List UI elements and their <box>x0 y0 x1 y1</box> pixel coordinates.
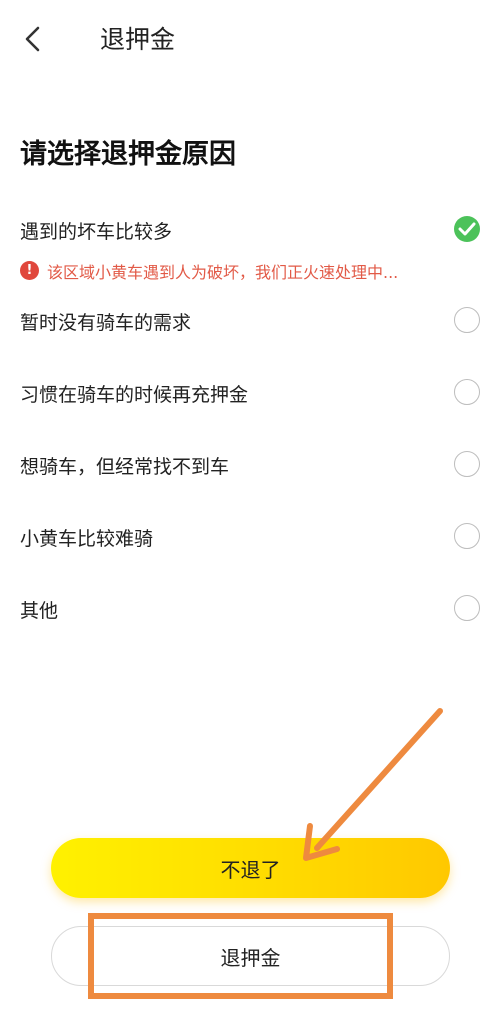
section-title: 请选择退押金原因 <box>20 139 236 170</box>
radio-icon[interactable] <box>454 451 480 477</box>
reason-label: 想骑车，但经常找不到车 <box>20 456 230 478</box>
chevron-left-icon <box>25 26 40 52</box>
reason-label: 小黄车比较难骑 <box>20 528 154 550</box>
checked-radio-icon[interactable] <box>454 216 480 242</box>
reason-label: 习惯在骑车的时候再充押金 <box>20 384 249 406</box>
cancel-refund-button[interactable]: 不退了 <box>51 838 450 898</box>
reason-label: 暂时没有骑车的需求 <box>20 312 192 334</box>
reason-label: 其他 <box>20 600 59 622</box>
exclamation-icon: ! <box>20 261 39 280</box>
back-button[interactable] <box>18 22 52 56</box>
page-title: 退押金 <box>100 25 176 54</box>
reason-option-1[interactable]: 遇到的坏车比较多 <box>0 199 500 259</box>
reason-label: 遇到的坏车比较多 <box>20 221 173 243</box>
warning-message: ! 该区域小黄车遇到人为破坏，我们正火速处理中... <box>20 259 490 283</box>
radio-icon[interactable] <box>454 307 480 333</box>
refund-deposit-button[interactable]: 退押金 <box>51 926 450 986</box>
radio-icon[interactable] <box>454 595 480 621</box>
reason-option-5[interactable]: 小黄车比较难骑 <box>0 506 500 566</box>
reason-option-2[interactable]: 暂时没有骑车的需求 <box>0 290 500 350</box>
reason-option-4[interactable]: 想骑车，但经常找不到车 <box>0 434 500 494</box>
warning-text: 该区域小黄车遇到人为破坏，我们正火速处理中... <box>47 263 399 282</box>
reason-option-6[interactable]: 其他 <box>0 578 500 638</box>
app-header: 退押金 <box>0 0 500 80</box>
radio-icon[interactable] <box>454 523 480 549</box>
reason-option-3[interactable]: 习惯在骑车的时候再充押金 <box>0 362 500 422</box>
radio-icon[interactable] <box>454 379 480 405</box>
